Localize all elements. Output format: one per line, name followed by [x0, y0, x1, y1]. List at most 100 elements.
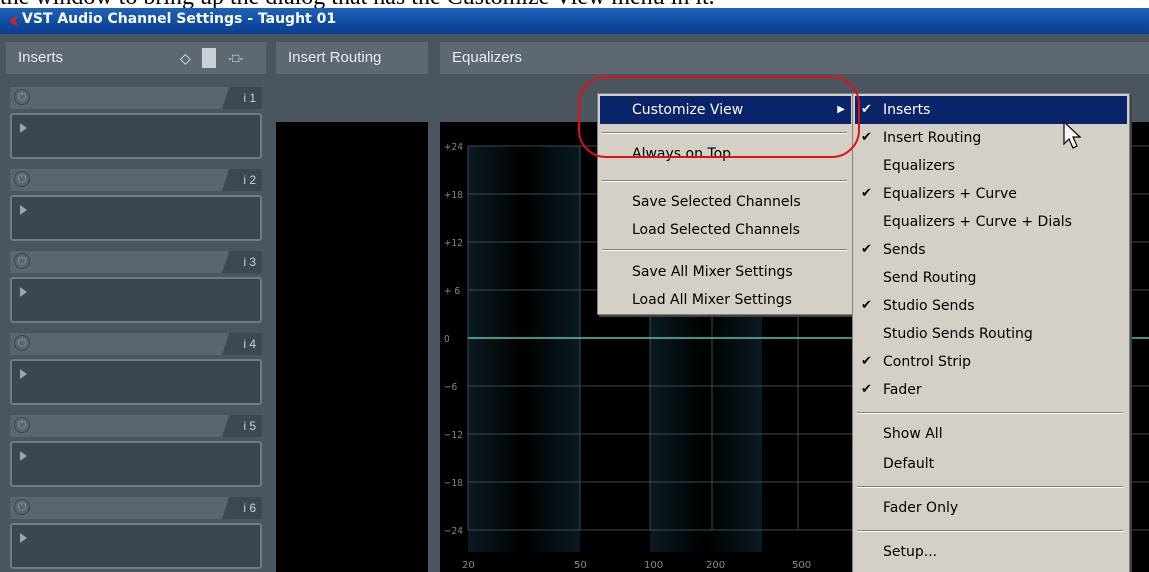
insert-slot-3[interactable]: [10, 277, 262, 323]
submenu-item[interactable]: Studio Sends Routing: [855, 320, 1127, 348]
expand-arrow-icon[interactable]: [20, 451, 27, 461]
submenu-item[interactable]: ✔ Equalizers + Curve: [855, 180, 1127, 208]
expand-arrow-icon[interactable]: [20, 123, 27, 133]
eq-gain-label: −18: [444, 478, 463, 489]
power-icon[interactable]: ⏻: [14, 335, 30, 351]
submenu-item-label: Sends: [883, 242, 926, 258]
power-icon[interactable]: ⏻: [14, 89, 30, 105]
menu-item-save-all[interactable]: Save All Mixer Settings: [600, 258, 851, 286]
menu-item-setup[interactable]: Setup...: [855, 538, 1127, 566]
power-icon[interactable]: ⏻: [14, 499, 30, 515]
menu-separator: [857, 486, 1123, 488]
save-selected-label: Save Selected Channels: [632, 194, 801, 210]
load-selected-label: Load Selected Channels: [632, 222, 800, 238]
submenu-item-label: Equalizers + Curve: [883, 186, 1017, 202]
insert-routing-area[interactable]: [276, 122, 428, 572]
insert-slot-header: ⏻ i 5: [10, 415, 262, 437]
inserts-link-icon[interactable]: -□-: [228, 42, 243, 74]
load-all-label: Load All Mixer Settings: [632, 292, 792, 308]
fader-only-label: Fader Only: [883, 500, 959, 516]
insert-slot-number: i 5: [222, 415, 262, 437]
eq-gain-label: −6: [444, 382, 458, 393]
submenu-item[interactable]: Send Routing: [855, 264, 1127, 292]
inserts-bypass-icon[interactable]: ◇: [180, 42, 191, 74]
submenu-item-label: Inserts: [883, 102, 931, 118]
expand-arrow-icon[interactable]: [20, 533, 27, 543]
eq-freq-label: 100: [644, 560, 663, 571]
checkmark-icon: ✔: [861, 130, 872, 145]
insert-routing-label: Insert Routing: [288, 49, 382, 66]
customize-view-submenu: ✔ Inserts ✔ Insert Routing Equalizers ✔ Equali…: [852, 93, 1130, 572]
insert-slot-6[interactable]: [10, 523, 262, 569]
submenu-item-label: Control Strip: [883, 354, 971, 370]
submenu-item[interactable]: ✔ Sends: [855, 236, 1127, 264]
eq-freq-label: 50: [574, 560, 587, 571]
menu-item-fader-only[interactable]: Fader Only: [855, 494, 1127, 522]
inserts-label: Inserts: [18, 49, 64, 66]
submenu-item-label: Insert Routing: [883, 130, 982, 146]
caption-text: the window to bring up the dialog that h…: [0, 0, 1149, 8]
checkmark-icon: ✔: [861, 382, 872, 397]
insert-slot-4[interactable]: [10, 359, 262, 405]
submenu-item-label: Studio Sends Routing: [883, 326, 1033, 342]
eq-gain-label: + 6: [444, 286, 460, 297]
submenu-item[interactable]: ✔ Insert Routing: [855, 124, 1127, 152]
expand-arrow-icon[interactable]: [20, 287, 27, 297]
mouse-cursor-icon: [1063, 120, 1082, 149]
insert-routing-header: Insert Routing: [276, 42, 428, 74]
eq-freq-label: 20: [462, 560, 475, 571]
submenu-item[interactable]: ✔ Inserts: [855, 96, 1127, 124]
checkmark-icon: ✔: [861, 102, 872, 117]
submenu-item-label: Equalizers: [883, 158, 955, 174]
menu-item-load-all[interactable]: Load All Mixer Settings: [600, 286, 851, 314]
checkmark-icon: ✔: [861, 298, 872, 313]
eq-gain-label: −24: [444, 526, 463, 537]
title-bar[interactable]: VST Audio Channel Settings - Taught 01: [0, 8, 1149, 34]
submenu-item-label: Fader: [883, 382, 922, 398]
submenu-item-label: Send Routing: [883, 270, 977, 286]
insert-slot-number: i 4: [222, 333, 262, 355]
eq-gain-label: +18: [444, 190, 463, 201]
insert-slot-5[interactable]: [10, 441, 262, 487]
submenu-item[interactable]: Equalizers: [855, 152, 1127, 180]
menu-separator: [602, 249, 847, 251]
equalizers-label: Equalizers: [452, 49, 523, 66]
submenu-item[interactable]: ✔ Studio Sends: [855, 292, 1127, 320]
insert-slot-header: ⏻ i 6: [10, 497, 262, 519]
submenu-item-label: Equalizers + Curve + Dials: [883, 214, 1072, 230]
menu-separator: [857, 530, 1123, 532]
window-title: VST Audio Channel Settings - Taught 01: [22, 11, 337, 27]
eq-gain-label: 0: [444, 334, 450, 345]
eq-gain-label: +24: [444, 142, 463, 153]
menu-item-show-all[interactable]: Show All: [855, 420, 1127, 448]
expand-arrow-icon[interactable]: [20, 369, 27, 379]
cubase-logo-icon: [9, 15, 18, 27]
menu-separator: [857, 412, 1123, 414]
menu-item-load-selected[interactable]: Load Selected Channels: [600, 216, 851, 244]
insert-slot-2[interactable]: [10, 195, 262, 241]
menu-item-default[interactable]: Default: [855, 450, 1127, 478]
save-all-label: Save All Mixer Settings: [632, 264, 793, 280]
default-label: Default: [883, 456, 935, 472]
insert-slot-header: ⏻ i 4: [10, 333, 262, 355]
eq-gain-label: +12: [444, 238, 463, 249]
setup-label: Setup...: [883, 544, 938, 560]
expand-arrow-icon[interactable]: [20, 205, 27, 215]
submenu-item[interactable]: ✔ Fader: [855, 376, 1127, 404]
power-icon[interactable]: ⏻: [14, 171, 30, 187]
submenu-item[interactable]: ✔ Control Strip: [855, 348, 1127, 376]
checkmark-icon: ✔: [861, 186, 872, 201]
insert-slot-1[interactable]: [10, 113, 262, 159]
submenu-item[interactable]: Equalizers + Curve + Dials: [855, 208, 1127, 236]
insert-slot-header: ⏻ i 1: [10, 87, 262, 109]
insert-slot-number: i 1: [222, 87, 262, 109]
eq-freq-label: 200: [706, 560, 725, 571]
power-icon[interactable]: ⏻: [14, 253, 30, 269]
menu-item-save-selected[interactable]: Save Selected Channels: [600, 188, 851, 216]
insert-slot-number: i 2: [222, 169, 262, 191]
power-icon[interactable]: ⏻: [14, 417, 30, 433]
eq-freq-label: 500: [792, 560, 811, 571]
inserts-toggle-switch[interactable]: [202, 48, 216, 68]
vst-channel-settings-window: VST Audio Channel Settings - Taught 01 I…: [0, 8, 1149, 572]
eq-gain-label: −12: [444, 430, 463, 441]
